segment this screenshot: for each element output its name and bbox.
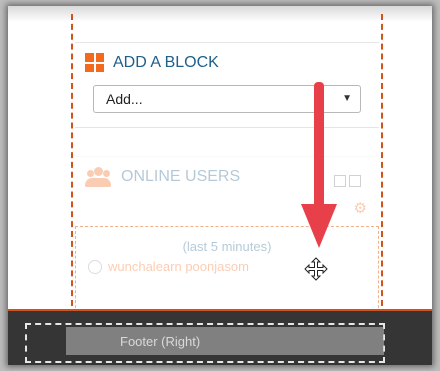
screenshot-frame: ADD A BLOCK Add... ▼ ONLINE USERS ⚙ (las… bbox=[8, 6, 432, 365]
add-block-title: ADD A BLOCK bbox=[113, 53, 219, 71]
chevron-down-icon: ▼ bbox=[342, 93, 352, 104]
page-footer: Footer (Right) bbox=[8, 309, 432, 365]
list-item[interactable]: wunchalearn poonjasom bbox=[88, 259, 249, 274]
users-icon bbox=[85, 167, 111, 187]
add-block-header: ADD A BLOCK bbox=[85, 53, 219, 72]
avatar bbox=[88, 259, 102, 274]
user-name: wunchalearn poonjasom bbox=[108, 259, 249, 274]
drag-arrow-icon bbox=[301, 82, 337, 248]
footer-region-label: Footer (Right) bbox=[120, 334, 201, 349]
footer-drag-shadow: Footer (Right) bbox=[66, 327, 384, 355]
dock-icon[interactable] bbox=[349, 175, 361, 187]
online-users-title: ONLINE USERS bbox=[121, 168, 241, 185]
move-cursor-icon bbox=[304, 257, 328, 281]
online-users-header: ONLINE USERS bbox=[85, 167, 240, 187]
blocks-grid-icon bbox=[85, 53, 104, 72]
add-block-select-value: Add... bbox=[106, 91, 143, 107]
gear-icon[interactable]: ⚙ bbox=[354, 199, 367, 217]
